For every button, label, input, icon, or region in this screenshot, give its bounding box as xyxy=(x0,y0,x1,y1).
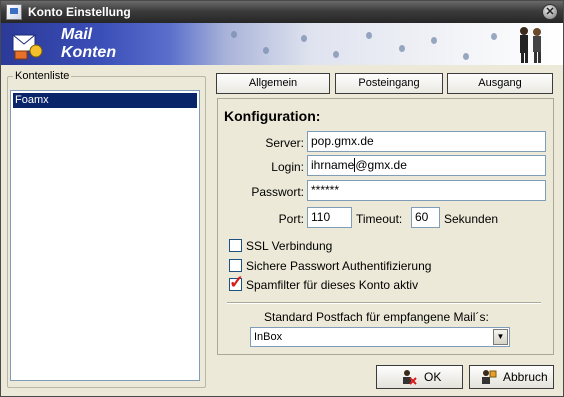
decor-drop xyxy=(333,51,339,58)
password-label: Passwort: xyxy=(251,185,304,199)
secure-auth-checkbox[interactable] xyxy=(229,259,242,272)
checkmark-icon: ✓ xyxy=(229,272,245,292)
login-label: Login: xyxy=(271,160,304,174)
account-list-item[interactable]: Foamx xyxy=(13,93,197,108)
banner-title-line2: Konten xyxy=(61,44,117,61)
decor-drop xyxy=(301,35,307,42)
banner-title: Mail Konten xyxy=(61,26,116,62)
spamfilter-label: Spamfilter für dieses Konto aktiv xyxy=(246,278,419,292)
ok-button-label: OK xyxy=(424,370,442,384)
configuration-title: Konfiguration: xyxy=(224,108,321,124)
mail-envelope-icon xyxy=(12,34,43,60)
window-title: Konto Einstellung xyxy=(28,5,131,19)
cancel-button[interactable]: Abbruch xyxy=(469,365,554,389)
mailbox-select[interactable]: InBox ▼ xyxy=(250,327,510,347)
dialog-window: Konto Einstellung ✕ Mail Konten Kontenli… xyxy=(0,0,564,397)
tab-allgemein[interactable]: Allgemein xyxy=(216,73,330,94)
spamfilter-checkbox[interactable]: ✓ xyxy=(229,273,244,291)
password-input[interactable]: ****** xyxy=(307,180,546,201)
ok-button[interactable]: OK xyxy=(376,365,463,389)
secure-auth-label: Sichere Passwort Authentifizierung xyxy=(246,259,432,273)
mailbox-selected-value: InBox xyxy=(254,331,283,343)
tab-ausgang[interactable]: Ausgang xyxy=(447,73,553,94)
chevron-down-icon[interactable]: ▼ xyxy=(493,329,508,345)
banner-title-line1: Mail xyxy=(61,26,93,43)
timeout-unit-label: Sekunden xyxy=(444,212,499,226)
decor-drop xyxy=(366,32,372,39)
user-cancel-icon xyxy=(482,370,497,384)
header-banner: Mail Konten xyxy=(1,23,563,65)
decor-drop xyxy=(231,31,237,38)
tab-posteingang[interactable]: Posteingang xyxy=(335,73,443,94)
decor-drop xyxy=(399,45,405,52)
login-value-part: ihrname xyxy=(311,158,355,172)
ssl-label: SSL Verbindung xyxy=(246,239,333,253)
decor-drop xyxy=(491,33,497,40)
app-icon xyxy=(6,4,22,20)
separator xyxy=(227,302,541,304)
cancel-button-label: Abbruch xyxy=(503,370,548,384)
port-label: Port: xyxy=(278,212,304,226)
login-input[interactable]: ihrname@gmx.de xyxy=(307,155,546,176)
decor-drop xyxy=(463,53,469,60)
port-input[interactable]: 110 xyxy=(307,207,352,228)
account-list-legend: Kontenliste xyxy=(13,70,72,82)
decor-drop xyxy=(263,47,269,54)
login-value-part: @gmx.de xyxy=(355,158,407,172)
title-bar[interactable]: Konto Einstellung ✕ xyxy=(1,1,563,23)
user-check-icon xyxy=(403,370,417,385)
timeout-label: Timeout: xyxy=(356,212,403,226)
server-label: Server: xyxy=(265,136,304,150)
close-icon[interactable]: ✕ xyxy=(542,4,558,20)
timeout-input[interactable]: 60 xyxy=(411,207,440,228)
account-listbox[interactable]: Foamx xyxy=(10,90,200,381)
decor-drop xyxy=(431,37,437,44)
mailbox-label: Standard Postfach für empfangene Mail´s: xyxy=(264,310,489,324)
ssl-checkbox[interactable] xyxy=(229,239,242,252)
people-icon xyxy=(520,27,541,63)
server-input[interactable]: pop.gmx.de xyxy=(307,131,546,152)
